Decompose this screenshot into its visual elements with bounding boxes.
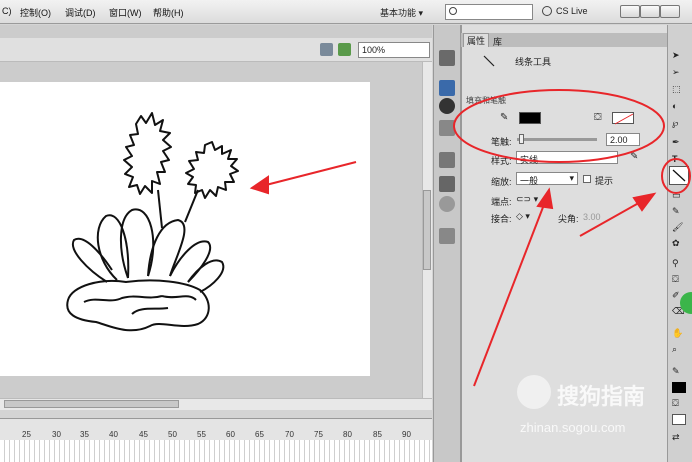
annotation-arrow-line — [579, 199, 645, 237]
annotation-arrow-head — [536, 187, 554, 210]
annotation-arrow-head — [249, 175, 269, 195]
annotation-arrow-line — [473, 201, 546, 387]
watermark-url: zhinan.sogou.com — [520, 420, 626, 435]
annotation-arrow-head — [632, 192, 657, 212]
annotation-ellipse-line-tool — [661, 158, 691, 194]
watermark-text: 搜狗指南 — [557, 384, 646, 409]
annotation-arrow-line — [261, 161, 357, 187]
annotation-ellipse-properties — [453, 89, 665, 163]
watermark-logo — [517, 375, 551, 409]
